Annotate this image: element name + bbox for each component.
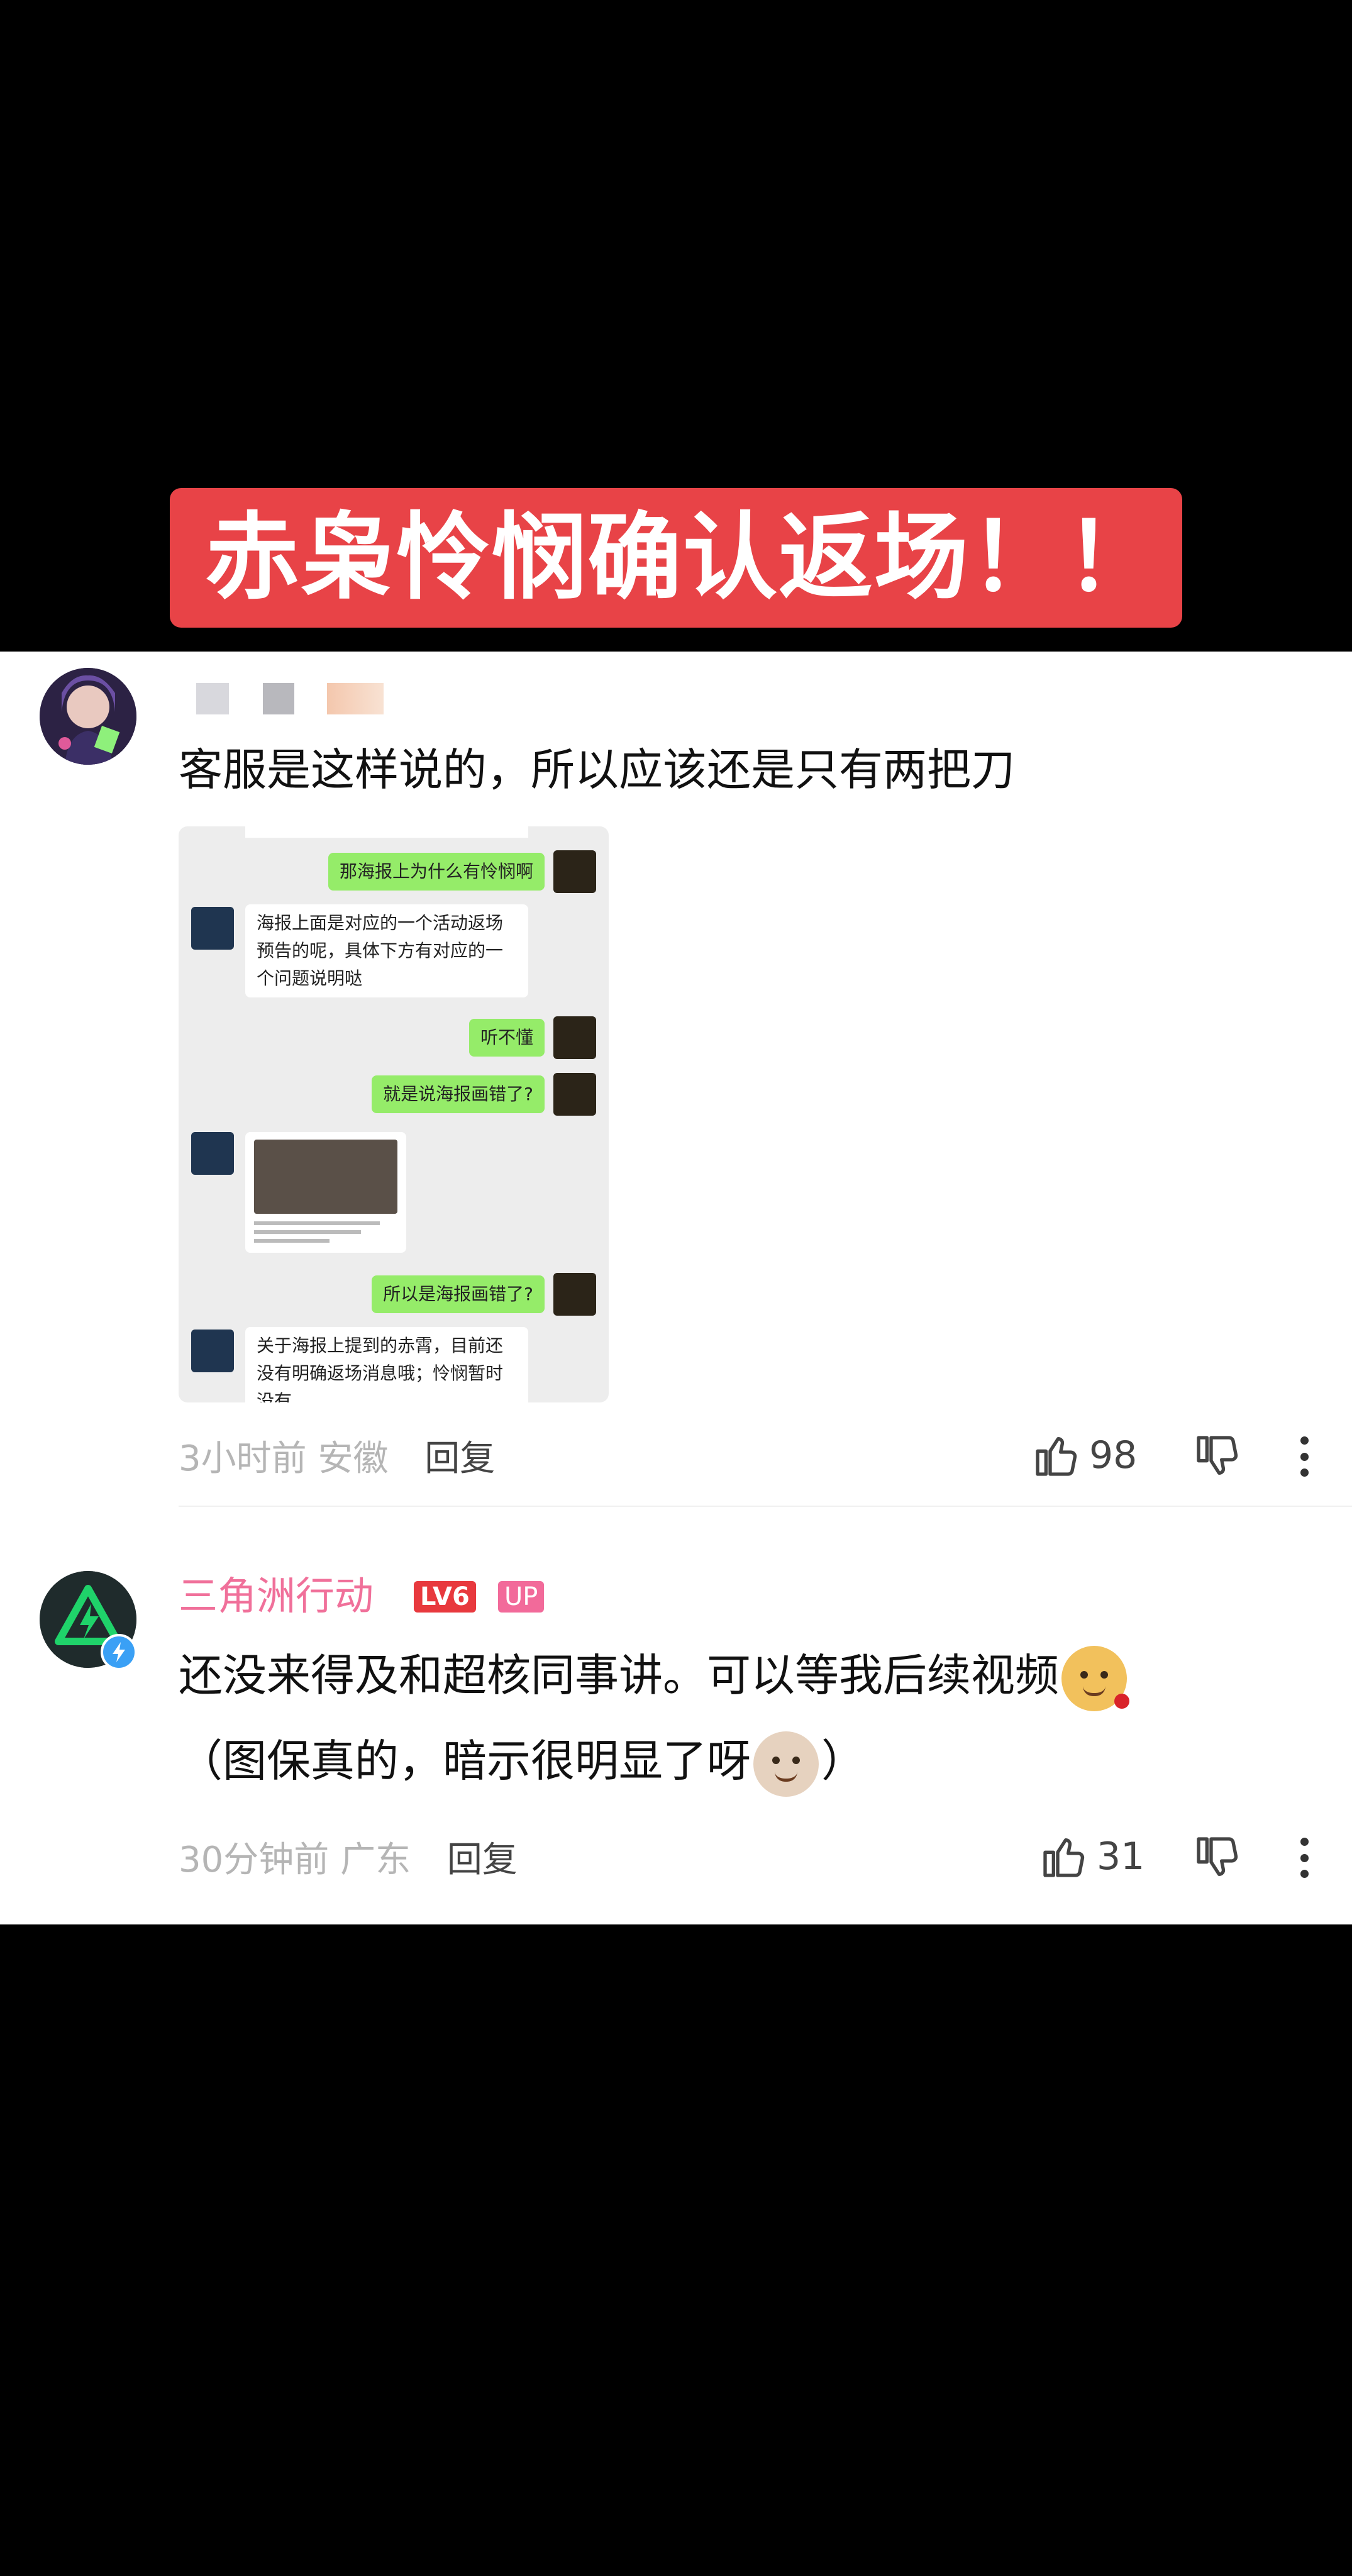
chat-bubble-me: 那海报上为什么有怜悯啊	[328, 853, 545, 891]
thumbs-down-icon[interactable]	[1192, 1431, 1243, 1482]
title-banner-text: 赤枭怜悯确认返场！！	[205, 503, 1161, 613]
reply-button[interactable]: 回复	[424, 1438, 495, 1479]
comment-text-part: （图保真的，暗示很明显了呀	[179, 1735, 751, 1787]
comment-text-part: 还没来得及和超核同事讲。可以等我后续视频	[179, 1650, 1059, 1701]
chat-avatar-me	[553, 1073, 596, 1116]
chat-bubble-me: 就是说海报画错了?	[372, 1075, 545, 1113]
avatar[interactable]	[40, 668, 136, 765]
comment-meta: 30分钟前 广东 回复	[179, 1831, 518, 1882]
comment-text-part: ）	[821, 1735, 865, 1787]
chat-image-message	[245, 1132, 406, 1253]
comment-time: 3小时前	[179, 1438, 307, 1479]
like-button[interactable]: 31	[1039, 1831, 1144, 1882]
chat-avatar-service	[191, 1330, 234, 1372]
username-redacted	[263, 683, 294, 714]
thumbs-down-icon[interactable]	[1192, 1833, 1243, 1883]
like-count: 31	[1097, 1835, 1145, 1879]
comment-meta: 3小时前 安徽 回复	[179, 1430, 495, 1481]
reply-button[interactable]: 回复	[447, 1840, 518, 1880]
like-count: 98	[1089, 1433, 1138, 1477]
chat-avatar-service	[191, 1132, 234, 1175]
chat-bubble-service: 海报上面是对应的一个活动返场预告的呢，具体下方有对应的一个问题说明哒	[245, 904, 528, 997]
chat-avatar-me	[553, 850, 596, 893]
comment-location: 广东	[340, 1840, 411, 1880]
comment-divider	[179, 1506, 1352, 1507]
chat-top-edge	[245, 826, 528, 838]
thumbs-up-icon	[1043, 1838, 1085, 1877]
chat-avatar-me	[553, 1273, 596, 1316]
comment-location: 安徽	[318, 1438, 389, 1479]
smirk-dog-emoji-icon	[753, 1731, 819, 1797]
chat-bubble-service: 关于海报上提到的赤霄，目前还没有明确返场消息哦；怜悯暂时没有	[245, 1327, 528, 1402]
like-button[interactable]: 98	[1031, 1430, 1137, 1480]
username[interactable]: 三角洲行动	[179, 1571, 374, 1621]
thumbs-up-icon	[1036, 1437, 1077, 1476]
doge-rose-emoji-icon	[1061, 1645, 1129, 1711]
more-vertical-icon[interactable]	[1292, 1833, 1317, 1883]
comment-image-chat-screenshot[interactable]: 那海报上为什么有怜悯啊 海报上面是对应的一个活动返场预告的呢，具体下方有对应的一…	[179, 826, 609, 1402]
username-redacted	[327, 683, 384, 714]
chat-image-thumbnail	[254, 1140, 397, 1214]
comment-text: 还没来得及和超核同事讲。可以等我后续视频 （图保真的，暗示很明显了呀 ）	[179, 1633, 1260, 1804]
username-redacted	[196, 683, 229, 714]
chat-avatar-service	[191, 907, 234, 950]
comment-text: 客服是这样说的，所以应该还是只有两把刀	[179, 744, 1015, 796]
chat-bubble-me: 听不懂	[468, 1019, 545, 1057]
avatar-anime-character-icon	[40, 668, 136, 765]
level-badge: LV6	[414, 1581, 476, 1613]
lightning-badge-icon	[101, 1634, 137, 1670]
more-vertical-icon[interactable]	[1292, 1431, 1317, 1482]
comment-panel: 客服是这样说的，所以应该还是只有两把刀 那海报上为什么有怜悯啊 海报上面是对应的…	[0, 652, 1352, 1924]
comment-time: 30分钟前	[179, 1840, 330, 1880]
chat-avatar-me	[553, 1016, 596, 1059]
up-badge: UP	[498, 1581, 545, 1613]
chat-bubble-me: 所以是海报画错了?	[372, 1275, 545, 1313]
title-banner: 赤枭怜悯确认返场！！	[170, 488, 1182, 628]
